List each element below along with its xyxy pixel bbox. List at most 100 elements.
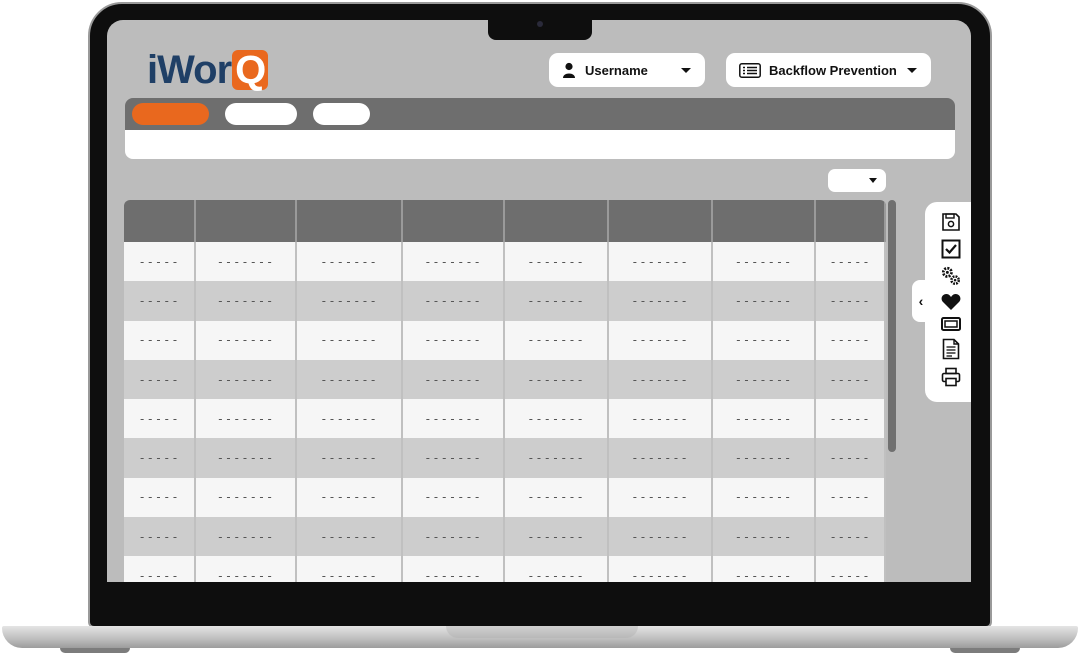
table-row[interactable]: ----- ------- ------- ------- ------- -------… [124,242,886,282]
table-cell: ------- [505,242,609,282]
laptop-mockup: iWor Q Username Backflow Prevention -----… [0,0,1080,657]
column-header[interactable] [124,200,196,242]
table-cell: ----- [816,359,886,400]
table-cell: ------- [609,320,713,360]
table-row[interactable]: ----- ------- ------- ------- ------- -------… [124,477,886,518]
app-screen: iWor Q Username Backflow Prevention -----… [107,20,971,582]
table-cell: ------- [505,556,609,582]
table-cell: ----- [816,281,886,321]
table-cell: ----- [124,438,196,478]
tab-bar [125,98,955,130]
table-cell: ------- [505,517,609,557]
table-cell: ------- [403,320,505,360]
column-header[interactable] [505,200,609,242]
table-cell: ------- [403,477,505,518]
column-header[interactable] [403,200,505,242]
document-icon[interactable] [941,338,961,360]
table-cell: ------- [713,359,816,400]
table-cell: ------- [196,477,297,518]
table-row[interactable]: ----- ------- ------- ------- ------- -------… [124,399,886,439]
table-cell: ------- [196,556,297,582]
table-header [124,200,886,242]
table-cell: ------- [609,438,713,478]
list-icon [739,62,761,78]
table-cell: ----- [124,320,196,360]
logo-text: iWor [147,48,232,92]
tab-third[interactable] [313,103,370,125]
ticket-icon[interactable] [941,314,961,334]
table-cell: ------- [609,359,713,400]
table-cell: ----- [124,517,196,557]
table-cell: ------- [713,320,816,360]
base-notch [446,626,638,638]
table-cell: ------- [196,242,297,282]
column-header[interactable] [196,200,297,242]
table-cell: ----- [816,242,886,282]
camera-icon [537,21,543,27]
table-cell: ------- [609,281,713,321]
heart-icon[interactable] [941,292,961,312]
table-cell: ------- [403,556,505,582]
data-table: ----- ------- ------- ------- ------- -------… [124,200,886,582]
table-cell: ------- [297,438,403,478]
print-icon[interactable] [941,367,961,387]
table-cell: ------- [403,517,505,557]
user-dropdown[interactable]: Username [549,53,705,87]
table-cell: ------- [609,399,713,439]
table-cell: ------- [297,359,403,400]
user-icon [562,62,576,78]
column-header[interactable] [297,200,403,242]
table-cell: ------- [713,477,816,518]
tab-second[interactable] [225,103,297,125]
table-cell: ----- [124,556,196,582]
view-dropdown[interactable] [828,169,886,192]
table-cell: ----- [124,242,196,282]
tool-panel [925,202,971,402]
table-cell: ------- [713,399,816,439]
table-cell: ------- [713,438,816,478]
table-cell: ------- [297,242,403,282]
laptop-foot-left [60,648,130,653]
laptop-foot-right [950,648,1020,653]
chevron-down-icon [869,178,877,183]
table-row[interactable]: ----- ------- ------- ------- ------- -------… [124,281,886,321]
table-cell: ------- [609,242,713,282]
table-cell: ------- [196,399,297,439]
tab-active[interactable] [132,103,209,125]
table-row[interactable]: ----- ------- ------- ------- ------- -------… [124,320,886,360]
table-cell: ----- [124,399,196,439]
table-cell: ------- [196,281,297,321]
table-cell: ------- [403,359,505,400]
checkbox-icon[interactable] [941,239,961,259]
table-row[interactable]: ----- ------- ------- ------- ------- -------… [124,359,886,400]
table-cell: ------- [505,281,609,321]
table-cell: ------- [713,242,816,282]
sub-toolbar [125,130,955,159]
chevron-down-icon [681,67,691,73]
table-cell: ----- [816,556,886,582]
table-cell: ------- [297,281,403,321]
user-dropdown-label: Username [585,62,648,78]
table-cell: ------- [505,477,609,518]
table-cell: ------- [609,556,713,582]
column-header[interactable] [816,200,886,242]
table-scrollbar[interactable] [888,200,896,452]
table-cell: ----- [816,517,886,557]
table-cell: ------- [196,320,297,360]
table-cell: ------- [297,477,403,518]
table-cell: ------- [403,438,505,478]
table-row[interactable]: ----- ------- ------- ------- ------- -------… [124,517,886,557]
table-cell: ----- [816,320,886,360]
table-cell: ------- [505,438,609,478]
table-cell: ------- [713,281,816,321]
table-cell: ------- [297,517,403,557]
column-header[interactable] [713,200,816,242]
column-header[interactable] [609,200,713,242]
table-row[interactable]: ----- ------- ------- ------- ------- -------… [124,556,886,582]
module-dropdown[interactable]: Backflow Prevention [726,53,931,87]
table-body: ----- ------- ------- ------- ------- -------… [124,242,886,582]
gears-icon[interactable] [941,266,961,286]
table-row[interactable]: ----- ------- ------- ------- ------- -------… [124,438,886,478]
save-icon[interactable] [941,212,961,232]
table-cell: ----- [124,477,196,518]
